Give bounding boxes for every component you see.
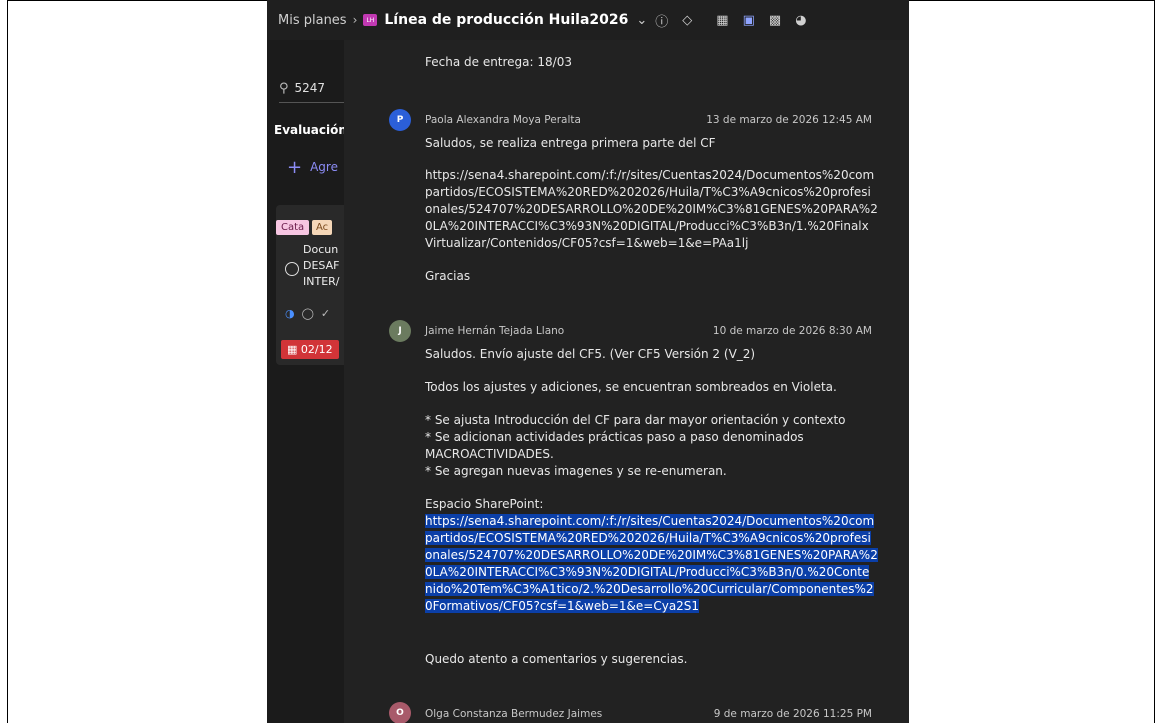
add-task-label: Agre — [310, 160, 338, 174]
top-bar: Mis planes › LH Línea de producción Huil… — [267, 0, 909, 40]
comment-icon: ◯ — [301, 307, 314, 320]
comment-timestamp: 10 de marzo de 2026 8:30 AM — [712, 325, 872, 337]
planner-window: Mis planes › LH Línea de producción Huil… — [267, 0, 909, 723]
checklist-icon: ✓ — [320, 307, 331, 320]
comment-link[interactable]: https://sena4.sharepoint.com/:f:/r/sites… — [425, 168, 874, 182]
comment-link[interactable]: https://sena4.sharepoint.com/:f:/r/sites… — [425, 514, 875, 528]
comment-text: Quedo atento a comentarios y sugerencias… — [425, 652, 688, 666]
search-input[interactable]: ⚲ 5247 — [279, 74, 344, 103]
search-icon: ⚲ — [279, 80, 289, 96]
comment-text: Espacio SharePoint: — [425, 497, 544, 511]
comment-link[interactable]: nido%20Tem%C3%A1tico/2.%20Desarrollo%20C… — [425, 582, 874, 596]
chevron-down-icon[interactable]: ⌄ — [636, 13, 647, 28]
complete-task-checkbox[interactable] — [285, 262, 299, 276]
add-task-button[interactable]: + Agre — [287, 157, 338, 178]
comment-link[interactable]: partidos/ECOSISTEMA%20RED%202026/Huila/T… — [425, 185, 871, 199]
comment-author: Jaime Hernán Tejada Llano — [425, 325, 565, 337]
comment-link[interactable]: onales/524707%20DESARROLLO%20DE%20IM%C3%… — [425, 548, 878, 562]
comment-link[interactable]: 0Formativos/CF05?csf=1&web=1&e=Cya2S1 — [425, 599, 700, 613]
comment-text: * Se adicionan actividades prácticas pas… — [425, 430, 804, 444]
comment-text: Saludos, se realiza entrega primera part… — [425, 136, 716, 150]
charts-view-icon[interactable]: ◕ — [795, 13, 806, 28]
task-tag: Ac — [312, 220, 333, 235]
comment-text: Fecha de entrega: 18/03 — [425, 55, 572, 69]
info-icon[interactable]: ⓘ — [655, 11, 668, 30]
plan-badge: LH — [363, 14, 378, 26]
avatar: J — [389, 320, 411, 342]
schedule-view-icon[interactable]: ▩ — [769, 13, 781, 28]
breadcrumb-my-plans[interactable]: Mis planes — [278, 13, 347, 28]
due-date: 02/12 — [300, 343, 333, 356]
task-meta: ◑ ◯ ✓ — [285, 307, 330, 320]
board-panel: ⚲ 5247 Evaluación Ir + Agre Cata Ac Docun… — [267, 40, 344, 723]
comment-text: * Se ajusta Introducción del CF para dar… — [425, 413, 846, 427]
comment-link[interactable]: 0LA%20INTERACCI%C3%93N%20DIGITAL/Producc… — [425, 565, 870, 579]
bucket-title: Evaluación Ir — [274, 123, 344, 137]
calendar-icon: ▦ — [287, 343, 298, 356]
pin-icon[interactable]: ◇ — [682, 13, 692, 28]
comment-author: Paola Alexandra Moya Peralta — [425, 114, 581, 126]
comment-link[interactable]: Virtualizar/Contenidos/CF05?csf=1&web=1&… — [425, 236, 748, 250]
due-date-badge: ▦ 02/12 — [281, 340, 339, 359]
avatar: O — [389, 702, 411, 723]
comment-link[interactable]: 0LA%20INTERACCI%C3%93N%20DIGITAL/Producc… — [425, 219, 869, 233]
comment-link[interactable]: partidos/ECOSISTEMA%20RED%202026/Huila/T… — [425, 531, 871, 545]
chevron-right-icon: › — [352, 13, 358, 27]
plus-icon: + — [287, 157, 303, 178]
search-value: 5247 — [294, 81, 326, 95]
task-tag: Cata — [276, 220, 310, 235]
comment-text: * Se agregan nuevas imagenes y se re-enu… — [425, 464, 727, 478]
comment-text: Saludos. Envío ajuste del CF5. (Ver CF5 … — [425, 347, 756, 361]
comment-link[interactable]: onales/524707%20DESARROLLO%20DE%20IM%C3%… — [425, 202, 878, 216]
avatar: P — [389, 109, 411, 131]
board-view-icon[interactable]: ▣ — [743, 13, 755, 28]
grid-view-icon[interactable]: ▦ — [716, 13, 728, 28]
comment-text: Todos los ajustes y adiciones, se encuen… — [425, 380, 837, 394]
comment-text: Gracias — [425, 269, 471, 283]
comment-timestamp: 13 de marzo de 2026 12:45 AM — [706, 114, 872, 126]
comment-timestamp: 9 de marzo de 2026 11:25 PM — [713, 708, 872, 720]
progress-icon: ◑ — [285, 307, 295, 320]
task-title[interactable]: Docun DESAF INTER/ — [303, 242, 340, 290]
comments-pane: Fecha de entrega: 18/03 P Paola Alexandr… — [344, 40, 909, 723]
comment-author: Olga Constanza Bermudez Jaimes — [425, 708, 603, 720]
plan-title[interactable]: Línea de producción Huila2026 — [384, 12, 628, 28]
comment-text: MACROACTIVIDADES. — [425, 447, 554, 461]
